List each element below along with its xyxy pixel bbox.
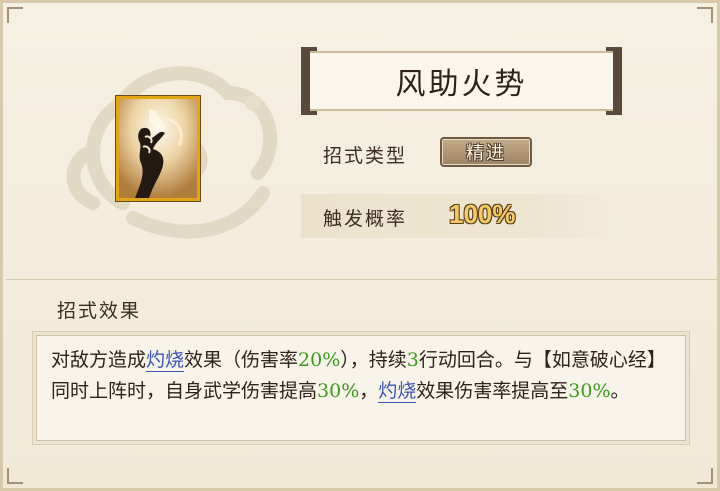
effect-section-title: 招式效果 bbox=[57, 300, 142, 322]
effect-text-segment: 效果伤害率提高至 bbox=[416, 380, 569, 402]
effect-description-box: 对敌方造成灼烧效果（伤害率20%），持续3行动回合。与【如意破心经】同时上阵时，… bbox=[36, 335, 686, 441]
trigger-rate-label: 触发概率 bbox=[323, 208, 408, 230]
corner-ornament bbox=[697, 468, 713, 484]
skill-detail-panel: 风助火势 招式类型 精进 触发概率 100% 招式效果 对敌方造成灼烧效果（伤害… bbox=[0, 0, 720, 491]
corner-ornament bbox=[7, 7, 23, 23]
trigger-rate-row: 触发概率 100% bbox=[301, 194, 623, 238]
section-divider bbox=[6, 279, 720, 280]
keyword-link-burn[interactable]: 灼烧 bbox=[378, 380, 417, 403]
skill-type-badge: 精进 bbox=[440, 137, 532, 167]
effect-text-segment: ），持续 bbox=[340, 349, 407, 371]
effect-text-segment: 对敌方造成 bbox=[51, 349, 147, 371]
effect-text-segment: 。 bbox=[610, 380, 630, 402]
effect-number: 20% bbox=[298, 349, 341, 371]
title-bracket-left bbox=[301, 47, 317, 115]
effect-text-segment: ， bbox=[359, 380, 379, 402]
effect-number: 3 bbox=[406, 349, 419, 371]
title-bracket-right bbox=[606, 47, 622, 115]
skill-type-row: 招式类型 精进 bbox=[301, 131, 623, 175]
flame-hand-icon bbox=[119, 99, 197, 198]
corner-ornament bbox=[7, 468, 23, 484]
effect-text-segment: 效果（伤害率 bbox=[184, 349, 299, 371]
skill-type-label: 招式类型 bbox=[323, 145, 408, 167]
skill-icon[interactable] bbox=[116, 96, 200, 201]
keyword-link-burn[interactable]: 灼烧 bbox=[146, 349, 185, 372]
skill-name: 风助火势 bbox=[395, 67, 528, 102]
skill-title-plate: 风助火势 bbox=[301, 47, 622, 115]
effect-number: 30% bbox=[317, 380, 360, 402]
trigger-rate-value: 100% bbox=[449, 199, 516, 229]
corner-ornament bbox=[697, 7, 713, 23]
effect-number: 30% bbox=[568, 380, 611, 402]
effect-description: 对敌方造成灼烧效果（伤害率20%），持续3行动回合。与【如意破心经】同时上阵时，… bbox=[51, 349, 666, 403]
